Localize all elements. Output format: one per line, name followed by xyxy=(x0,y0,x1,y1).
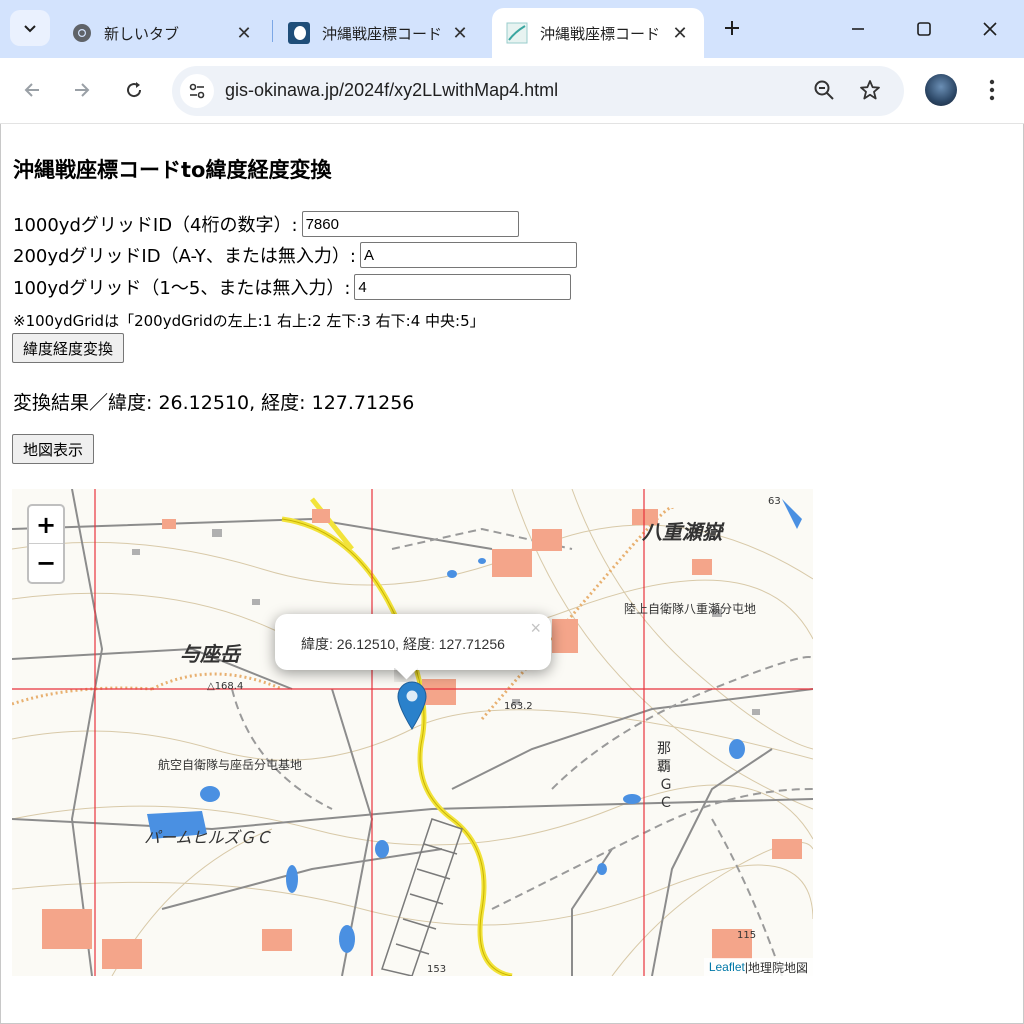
map-zoom-control: + − xyxy=(27,504,65,584)
close-window-button[interactable] xyxy=(962,8,1018,50)
label-yaesedake: 八重瀬嶽 xyxy=(641,520,725,544)
label-palm-hills: パームヒルズＧＣ xyxy=(144,828,272,847)
tab-okinawa-1[interactable]: 沖縄戦座標コード ✕ xyxy=(274,8,484,58)
site-favicon-icon xyxy=(288,22,310,44)
close-icon[interactable]: ✕ xyxy=(450,23,470,44)
tab-label: 新しいタブ xyxy=(104,24,180,43)
url-text: gis-okinawa.jp/2024f/xy2LLwithMap4.html xyxy=(225,80,559,100)
minimize-button[interactable] xyxy=(830,8,886,50)
grid-note: ※100ydGridは「200ydGridの左上:1 右上:2 左下:3 右下:… xyxy=(13,312,485,330)
new-tab-button[interactable] xyxy=(716,12,748,44)
leaflet-link[interactable]: Leaflet xyxy=(709,960,745,974)
topographic-map-tiles: 八重瀬嶽 与座岳 陸上自衛隊八重瀬分屯地 航空自衛隊与座岳分屯基地 パームヒルズ… xyxy=(12,489,813,976)
reload-button[interactable] xyxy=(116,72,152,108)
site-info-button[interactable] xyxy=(180,74,214,108)
attribution-text: 地理院地図 xyxy=(747,960,808,975)
grid-200yd-input[interactable] xyxy=(359,242,577,268)
profile-avatar[interactable] xyxy=(925,74,957,106)
close-icon[interactable]: ✕ xyxy=(670,23,690,44)
grid-1000yd-input[interactable] xyxy=(301,211,519,237)
zoom-icon xyxy=(814,80,834,100)
tab-label: 沖縄戦座標コード xyxy=(322,24,443,43)
tab-okinawa-2[interactable]: 沖縄戦座標コード ✕ xyxy=(492,8,704,58)
chrome-icon xyxy=(73,24,91,42)
forward-button[interactable] xyxy=(64,72,100,108)
label-jgsdf: 陸上自衛隊八重瀬分屯地 xyxy=(624,601,756,616)
zoom-button[interactable] xyxy=(812,78,836,106)
map-marker-icon[interactable] xyxy=(397,681,427,731)
page-content: 沖縄戦座標コードto緯度経度変換 1000ydグリッドID（4桁の数字）: 20… xyxy=(0,124,1024,1024)
tab-divider xyxy=(272,20,273,42)
field-200yd-label: 200ydグリッドID（A-Y、または無入力）: xyxy=(13,246,356,267)
popup-text: 緯度: 26.12510, 経度: 127.71256 xyxy=(301,636,505,652)
chevron-down-icon xyxy=(24,25,36,33)
zoom-out-button[interactable]: − xyxy=(29,544,63,582)
plus-icon xyxy=(725,21,739,35)
back-button[interactable] xyxy=(14,72,50,108)
zoom-in-button[interactable]: + xyxy=(29,506,63,544)
label-jasdf: 航空自衛隊与座岳分屯基地 xyxy=(158,757,302,772)
tab-new-tab[interactable]: 新しいタブ ✕ xyxy=(58,8,268,58)
map-favicon-icon xyxy=(506,22,528,44)
field-200yd: 200ydグリッドID（A-Y、または無入力）: xyxy=(13,242,577,268)
label-elev-153: 153 xyxy=(427,964,446,975)
popup-close-button[interactable]: × xyxy=(530,618,541,639)
label-naha-gc-1: 那 xyxy=(657,741,671,757)
result-text: 変換結果／緯度: 26.12510, 経度: 127.71256 xyxy=(13,392,415,414)
label-naha-gc-3: Ｇ xyxy=(659,777,673,793)
minimize-icon xyxy=(852,28,864,30)
maximize-icon xyxy=(917,22,931,36)
convert-button[interactable]: 緯度経度変換 xyxy=(12,333,125,363)
label-elev-115: 115 xyxy=(737,930,756,941)
label-naha-gc-2: 覇 xyxy=(657,759,671,775)
tab-strip: 新しいタブ ✕ 沖縄戦座標コード ✕ 沖縄戦座標コード ✕ xyxy=(0,0,1024,58)
bookmark-button[interactable] xyxy=(858,78,882,106)
label-elev-168: △168.4 xyxy=(207,681,243,692)
arrow-right-icon xyxy=(75,83,90,97)
label-yozadake: 与座岳 xyxy=(180,642,242,666)
more-vert-icon xyxy=(989,79,995,101)
tab-label: 沖縄戦座標コード xyxy=(540,24,661,43)
field-100yd: 100ydグリッド（1〜5、または無入力）: xyxy=(13,274,572,300)
address-bar[interactable]: gis-okinawa.jp/2024f/xy2LLwithMap4.html xyxy=(172,66,904,116)
star-icon xyxy=(860,80,880,100)
grid-100yd-input[interactable] xyxy=(354,274,572,300)
label-elev-163: 163.2 xyxy=(504,701,533,712)
field-100yd-label: 100ydグリッド（1〜5、または無入力）: xyxy=(13,278,351,299)
popup-tip xyxy=(394,668,418,682)
field-1000yd-label: 1000ydグリッドID（4桁の数字）: xyxy=(13,215,298,236)
tab-search-button[interactable] xyxy=(10,10,50,46)
maximize-button[interactable] xyxy=(896,8,952,50)
menu-button[interactable] xyxy=(978,74,1006,106)
tune-icon xyxy=(189,83,205,99)
label-elev-63: 63 xyxy=(768,496,781,507)
field-1000yd: 1000ydグリッドID（4桁の数字）: xyxy=(13,211,519,237)
close-icon[interactable]: ✕ xyxy=(234,23,254,44)
map-attribution: Leaflet | 地理院地図 xyxy=(703,958,813,976)
arrow-left-icon xyxy=(24,83,39,97)
browser-toolbar: gis-okinawa.jp/2024f/xy2LLwithMap4.html xyxy=(0,58,1024,124)
reload-icon xyxy=(127,82,142,98)
close-icon xyxy=(983,22,997,36)
page-title: 沖縄戦座標コードto緯度経度変換 xyxy=(13,158,332,182)
marker-popup: 緯度: 26.12510, 経度: 127.71256 × xyxy=(275,614,551,670)
show-map-button[interactable]: 地図表示 xyxy=(12,434,95,464)
label-naha-gc-4: Ｃ xyxy=(659,795,673,811)
map-view[interactable]: 八重瀬嶽 与座岳 陸上自衛隊八重瀬分屯地 航空自衛隊与座岳分屯基地 パームヒルズ… xyxy=(12,489,813,976)
